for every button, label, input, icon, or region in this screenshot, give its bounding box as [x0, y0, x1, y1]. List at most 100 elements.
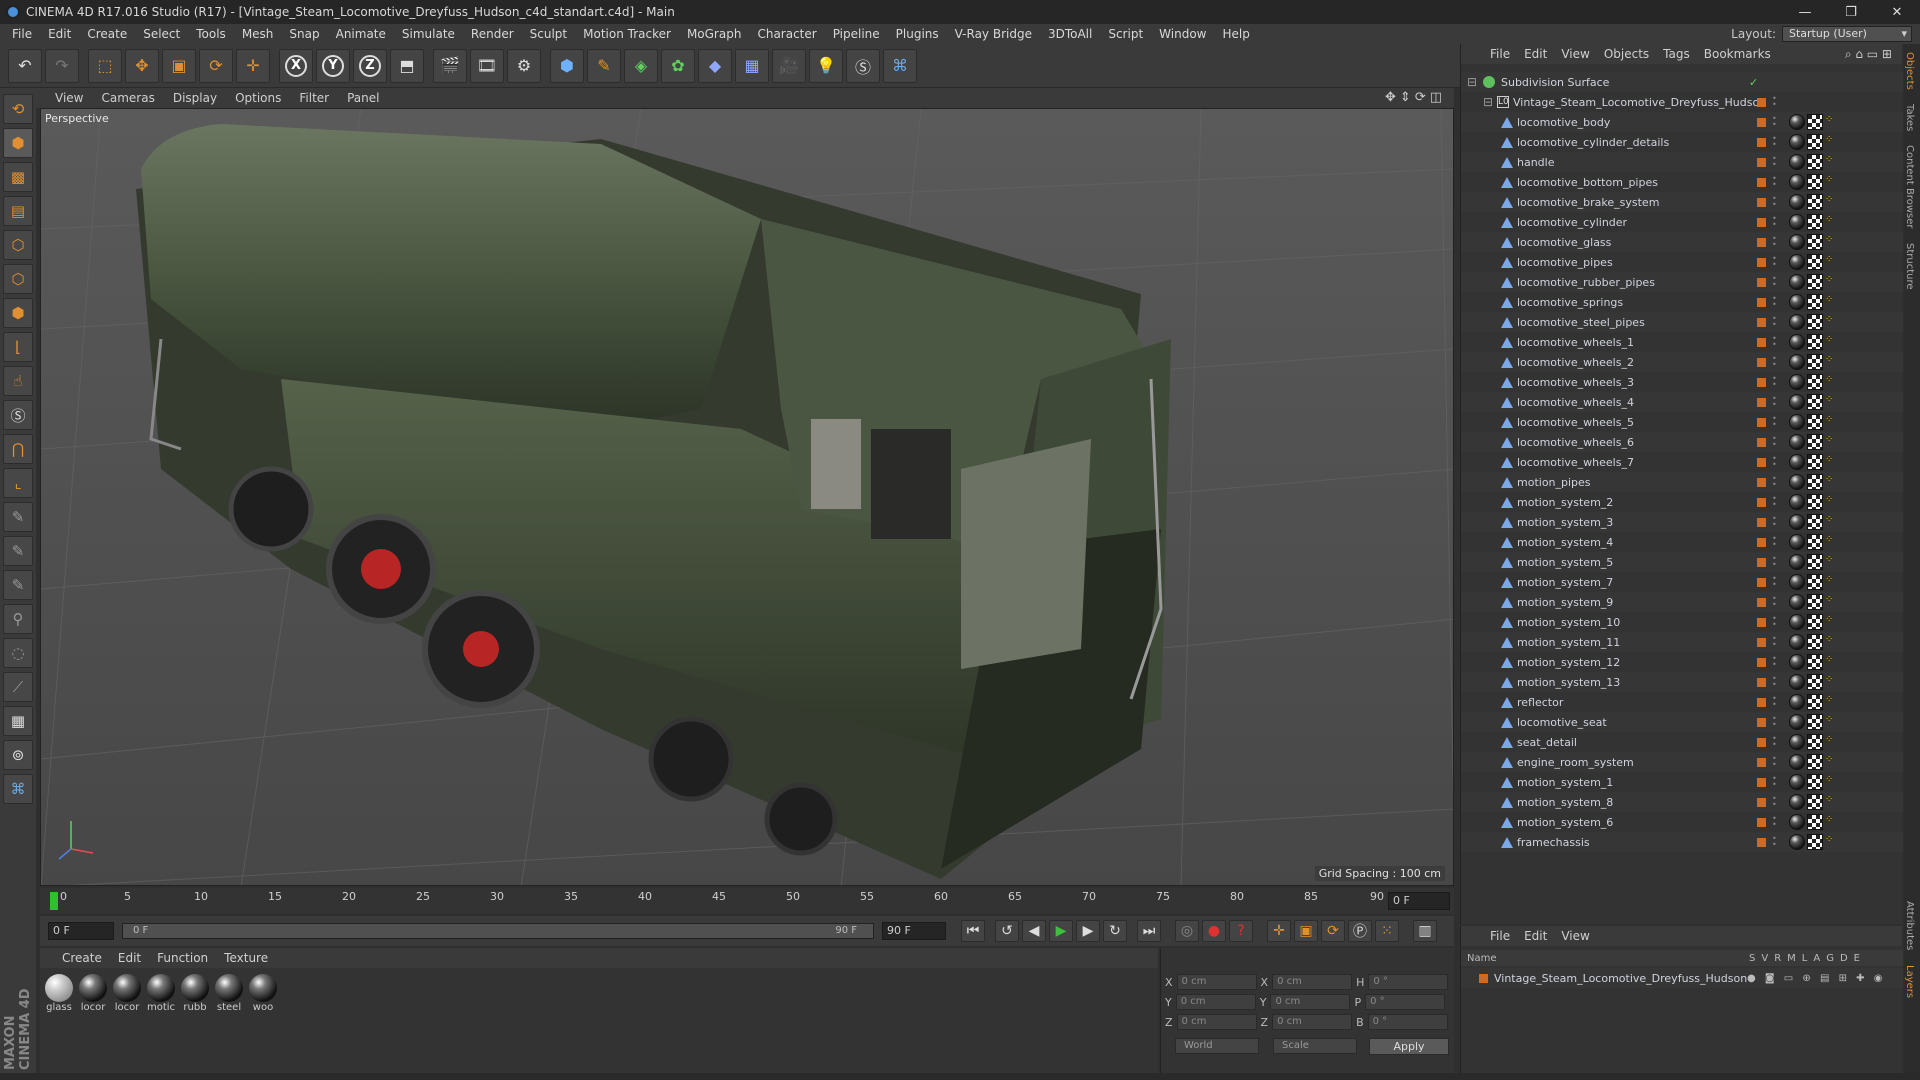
enabled-check-icon[interactable]: ✓	[1749, 76, 1758, 89]
uvw-tag-icon[interactable]: ⁘	[1825, 274, 1837, 290]
key-scale-icon[interactable]: ▣	[1294, 920, 1318, 942]
axis-mode-icon[interactable]: ⌊	[3, 332, 33, 362]
material-tag-icon[interactable]	[1789, 254, 1805, 270]
texture-tag-icon[interactable]	[1807, 114, 1823, 130]
menu-mograph[interactable]: MoGraph	[679, 27, 750, 41]
visibility-dots-icon[interactable]: • •	[1772, 795, 1777, 809]
texture-tag-icon[interactable]	[1807, 554, 1823, 570]
layer-color-swatch[interactable]	[1757, 717, 1766, 727]
camera-icon[interactable]: 🎥	[772, 48, 806, 83]
smooth-brush-icon[interactable]: ✎	[3, 570, 33, 600]
paint-brush-icon[interactable]: ✎	[3, 502, 33, 532]
visibility-dots-icon[interactable]: • •	[1772, 535, 1777, 549]
texture-tag-icon[interactable]	[1807, 494, 1823, 510]
texture-tag-icon[interactable]	[1807, 414, 1823, 430]
object-row[interactable]: motion_system_3 • • ⁘	[1461, 512, 1903, 532]
uvw-tag-icon[interactable]: ⁘	[1825, 834, 1837, 850]
play-icon[interactable]: ▶	[1049, 920, 1073, 942]
layer-color-swatch[interactable]	[1757, 537, 1766, 547]
layer-color-swatch[interactable]	[1757, 557, 1766, 567]
uvw-tag-icon[interactable]: ⁘	[1825, 634, 1837, 650]
object-row[interactable]: locomotive_glass • • ⁘	[1461, 232, 1903, 252]
material-tag-icon[interactable]	[1789, 774, 1805, 790]
texture-tag-icon[interactable]	[1807, 654, 1823, 670]
material-tag-icon[interactable]	[1789, 194, 1805, 210]
close-button[interactable]: ✕	[1874, 0, 1920, 24]
menu-sculpt[interactable]: Sculpt	[522, 27, 575, 41]
vray-icon[interactable]: Ⓢ	[846, 48, 880, 83]
y-axis-lock-button[interactable]: Y	[316, 48, 350, 83]
pen-spline-icon[interactable]: ✎	[587, 48, 621, 83]
uvw-tag-icon[interactable]: ⁘	[1825, 494, 1837, 510]
texture-tag-icon[interactable]	[1807, 714, 1823, 730]
visibility-dots-icon[interactable]: • •	[1772, 95, 1777, 109]
visibility-dots-icon[interactable]: • •	[1772, 195, 1777, 209]
uvw-tag-icon[interactable]: ⁘	[1825, 354, 1837, 370]
texture-tag-icon[interactable]	[1807, 134, 1823, 150]
layer-color-swatch[interactable]	[1479, 973, 1488, 983]
viewport-menu-cameras[interactable]: Cameras	[92, 91, 163, 105]
visibility-dots-icon[interactable]: • •	[1772, 375, 1777, 389]
object-row[interactable]: locomotive_body • • ⁘	[1461, 112, 1903, 132]
subdivision-generator-icon[interactable]: ◈	[624, 48, 658, 83]
rot-b-field[interactable]: 0 °	[1367, 1014, 1448, 1030]
visibility-dots-icon[interactable]: • •	[1772, 415, 1777, 429]
polygons-mode-icon[interactable]: ⬢	[3, 298, 33, 328]
uvw-tag-icon[interactable]: ⁘	[1825, 514, 1837, 530]
visibility-dots-icon[interactable]: • •	[1772, 215, 1777, 229]
uvw-tag-icon[interactable]: ⁘	[1825, 434, 1837, 450]
material-tag-icon[interactable]	[1789, 814, 1805, 830]
object-search-icon[interactable]: ⌕ ⌂ ▭ ⊞	[1845, 47, 1892, 62]
texture-tag-icon[interactable]	[1807, 214, 1823, 230]
uvw-tag-icon[interactable]: ⁘	[1825, 614, 1837, 630]
texture-tag-icon[interactable]	[1807, 534, 1823, 550]
uvw-tag-icon[interactable]: ⁘	[1825, 294, 1837, 310]
rot-h-field[interactable]: 0 °	[1368, 974, 1449, 990]
sculpt-brush-icon[interactable]: ✎	[3, 536, 33, 566]
key-position-icon[interactable]: ✛	[1267, 920, 1291, 942]
layer-color-swatch[interactable]	[1757, 117, 1766, 127]
texture-mode-icon[interactable]: ▩	[3, 162, 33, 192]
layout-dropdown[interactable]: Startup (User)	[1782, 26, 1912, 42]
material-swatch[interactable]: woo	[248, 974, 278, 1013]
object-row[interactable]: reflector • • ⁘	[1461, 692, 1903, 712]
material-menu-edit[interactable]: Edit	[110, 951, 149, 965]
visibility-dots-icon[interactable]: • •	[1772, 175, 1777, 189]
material-tag-icon[interactable]	[1789, 634, 1805, 650]
layer-color-swatch[interactable]	[1757, 317, 1766, 327]
visibility-dots-icon[interactable]: • •	[1772, 355, 1777, 369]
previous-key-icon[interactable]: ↺	[995, 920, 1019, 942]
material-tag-icon[interactable]	[1789, 174, 1805, 190]
go-to-end-icon[interactable]: ⏭	[1137, 920, 1161, 942]
side-tab-takes[interactable]: Takes	[1904, 98, 1915, 137]
visibility-dots-icon[interactable]: • •	[1772, 455, 1777, 469]
lasso-icon[interactable]: ◌	[3, 638, 33, 668]
record-active-icon[interactable]: ●	[1202, 920, 1226, 942]
preview-range-slider[interactable]: 0 F 90 F	[122, 923, 874, 939]
visibility-dots-icon[interactable]: • •	[1772, 115, 1777, 129]
layer-color-swatch[interactable]	[1757, 397, 1766, 407]
material-tag-icon[interactable]	[1789, 694, 1805, 710]
rotate-icon[interactable]: ⟳	[199, 48, 233, 83]
layer-color-swatch[interactable]	[1757, 377, 1766, 387]
visibility-dots-icon[interactable]: • •	[1772, 315, 1777, 329]
visibility-dots-icon[interactable]: • •	[1772, 615, 1777, 629]
menu-vray-bridge[interactable]: V-Ray Bridge	[947, 27, 1040, 41]
uvw-tag-icon[interactable]: ⁘	[1825, 154, 1837, 170]
layer-color-swatch[interactable]	[1757, 817, 1766, 827]
layer-color-swatch[interactable]	[1757, 757, 1766, 767]
material-swatch[interactable]: motic	[146, 974, 176, 1013]
material-swatch[interactable]: locor	[112, 974, 142, 1013]
perspective-viewport[interactable]: Perspective Grid Spacing : 100 cm	[40, 108, 1454, 886]
layer-color-swatch[interactable]	[1757, 517, 1766, 527]
object-row[interactable]: locomotive_wheels_4 • • ⁘	[1461, 392, 1903, 412]
menu-3dtoall[interactable]: 3DToAll	[1040, 27, 1100, 41]
layer-color-swatch[interactable]	[1757, 97, 1766, 107]
visibility-dots-icon[interactable]: • •	[1772, 295, 1777, 309]
uvw-tag-icon[interactable]: ⁘	[1825, 334, 1837, 350]
texture-tag-icon[interactable]	[1807, 194, 1823, 210]
visibility-dots-icon[interactable]: • •	[1772, 635, 1777, 649]
menu-window[interactable]: Window	[1151, 27, 1214, 41]
material-tag-icon[interactable]	[1789, 114, 1805, 130]
timeline-ruler[interactable]: 0 5 10 15 20 25 30 35 40 45 50 55 60 65 …	[40, 888, 1454, 914]
